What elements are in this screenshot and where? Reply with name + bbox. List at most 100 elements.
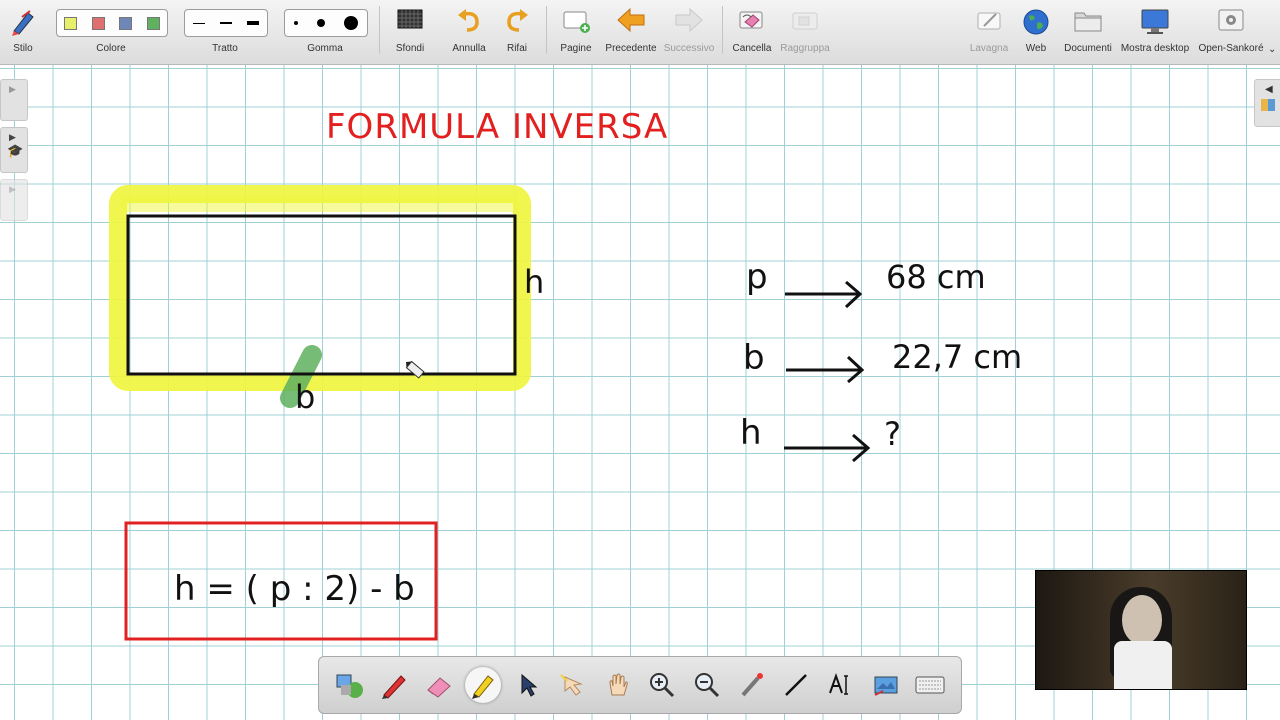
annulla-label: Annulla	[452, 43, 486, 54]
row-b-var: b	[743, 338, 765, 378]
keyboard-button[interactable]	[912, 667, 948, 703]
keyboard-icon	[915, 676, 945, 694]
pagine-label: Pagine	[560, 43, 592, 54]
left-panel-toggle-2[interactable]: ▶ 🎓	[0, 127, 28, 173]
folder-icon	[1074, 12, 1102, 32]
yellow-highlight	[122, 196, 518, 212]
eraser-icon	[426, 677, 451, 698]
web-button[interactable]: Web	[1016, 0, 1056, 64]
tratto-group: Tratto	[184, 0, 266, 64]
pagine-button[interactable]: Pagine	[554, 0, 598, 64]
drawn-rectangle	[126, 214, 517, 376]
selector-button[interactable]	[510, 667, 546, 703]
eraser-button[interactable]	[421, 667, 457, 703]
open-sankore-label: Open-Sankoré	[1198, 43, 1264, 54]
pen-button[interactable]	[376, 667, 412, 703]
capture-icon	[874, 676, 898, 696]
zoom-in-icon	[650, 673, 675, 698]
library-icon	[1261, 99, 1275, 111]
mostra-desktop-label: Mostra desktop	[1120, 43, 1190, 54]
raggruppa-label: Raggruppa	[780, 43, 830, 54]
line-icon	[785, 674, 808, 696]
add-page-icon	[563, 11, 590, 33]
precedente-button[interactable]: Precedente	[602, 0, 660, 64]
redo-icon	[507, 9, 528, 32]
laser-pointer-button[interactable]	[734, 667, 770, 703]
row-b-value: 22,7 cm	[892, 338, 1023, 376]
zoom-in-button[interactable]	[644, 667, 680, 703]
clear-page-icon	[739, 11, 763, 29]
chevron-down-icon[interactable]: ⌄	[1268, 44, 1276, 55]
web-label: Web	[1025, 43, 1047, 54]
annulla-button[interactable]: Annulla	[446, 0, 492, 64]
colore-label: Colore	[96, 43, 126, 54]
sfondi-button[interactable]: Sfondi	[388, 0, 432, 64]
text-button[interactable]	[823, 667, 859, 703]
arrow-p	[785, 280, 863, 309]
arrow-h	[784, 433, 871, 463]
row-p-value: 68 cm	[886, 258, 986, 296]
interactive-tool-icon	[336, 674, 364, 698]
board-title: FORMULA INVERSA	[326, 107, 669, 147]
zoom-out-button[interactable]	[689, 667, 725, 703]
undo-icon	[458, 9, 479, 32]
raggruppa-button[interactable]: Raggruppa	[778, 0, 832, 64]
stilo-button[interactable]: Stilo	[0, 0, 46, 64]
row-h-var: h	[740, 413, 762, 453]
arrow-b	[786, 355, 865, 384]
board-icon	[977, 12, 1001, 30]
arrow-right-icon	[675, 7, 703, 33]
tools-toolbar	[318, 656, 962, 714]
row-h-value: ?	[884, 415, 901, 453]
rifai-label: Rifai	[506, 43, 527, 54]
hand-button[interactable]	[600, 667, 636, 703]
formula-text: h = ( p : 2) - b	[174, 569, 415, 609]
selector-arrow-icon	[521, 673, 538, 697]
tratto-label: Tratto	[212, 43, 238, 54]
interactive-tool-button[interactable]	[331, 667, 367, 703]
row-p-var: p	[746, 257, 768, 297]
documenti-label: Documenti	[1064, 43, 1112, 54]
open-sankore-button[interactable]: Open-Sankoré	[1196, 0, 1266, 64]
triangle-left-icon: ◀	[1265, 84, 1273, 95]
highlighter-icon	[472, 675, 495, 699]
main-toolbar: Stilo Colore Tratto Gomma Sfondi Annulla…	[0, 0, 1280, 65]
whiteboard-canvas[interactable]: FORMULA INVERSA h b p 68 cm b 22,7 cm h …	[0, 65, 1280, 720]
globe-icon	[1023, 9, 1049, 35]
toolbar-divider	[546, 6, 547, 54]
stylus-icon	[12, 10, 34, 36]
play-small-icon: ▶	[9, 132, 16, 142]
toolbar-divider	[379, 6, 380, 54]
precedente-label: Precedente	[605, 43, 657, 54]
lavagna-label: Lavagna	[969, 43, 1009, 54]
rifai-button[interactable]: Rifai	[496, 0, 538, 64]
desktop-icon	[1141, 9, 1169, 34]
cancella-button[interactable]: Cancella	[730, 0, 774, 64]
documenti-button[interactable]: Documenti	[1060, 0, 1116, 64]
group-icon	[792, 12, 818, 30]
successivo-label: Successivo	[663, 43, 715, 54]
play-button[interactable]	[555, 667, 591, 703]
pen-icon	[382, 675, 406, 699]
left-panel-toggle-1[interactable]: ▶	[0, 79, 28, 121]
zoom-out-icon	[694, 673, 720, 698]
background-grid-icon	[397, 9, 423, 29]
graduation-cap-icon: 🎓	[7, 143, 24, 158]
highlighter-button[interactable]	[465, 667, 502, 703]
arrow-left-icon	[617, 7, 645, 33]
lavagna-button[interactable]: Lavagna	[966, 0, 1012, 64]
play-small-icon: ▶	[9, 84, 16, 94]
text-icon	[829, 672, 849, 695]
laser-pointer-icon	[741, 673, 763, 697]
hand-icon	[609, 673, 628, 696]
successivo-button[interactable]: Successivo	[662, 0, 716, 64]
capture-button[interactable]	[868, 667, 904, 703]
gomma-label: Gomma	[307, 43, 343, 54]
line-button[interactable]	[778, 667, 814, 703]
cancella-label: Cancella	[732, 43, 772, 54]
mostra-desktop-button[interactable]: Mostra desktop	[1118, 0, 1192, 64]
left-panel-toggle-3[interactable]: ▶	[0, 179, 28, 221]
play-hand-icon	[560, 674, 583, 696]
play-small-icon: ▶	[9, 184, 16, 194]
right-panel-toggle[interactable]: ◀	[1254, 79, 1280, 127]
